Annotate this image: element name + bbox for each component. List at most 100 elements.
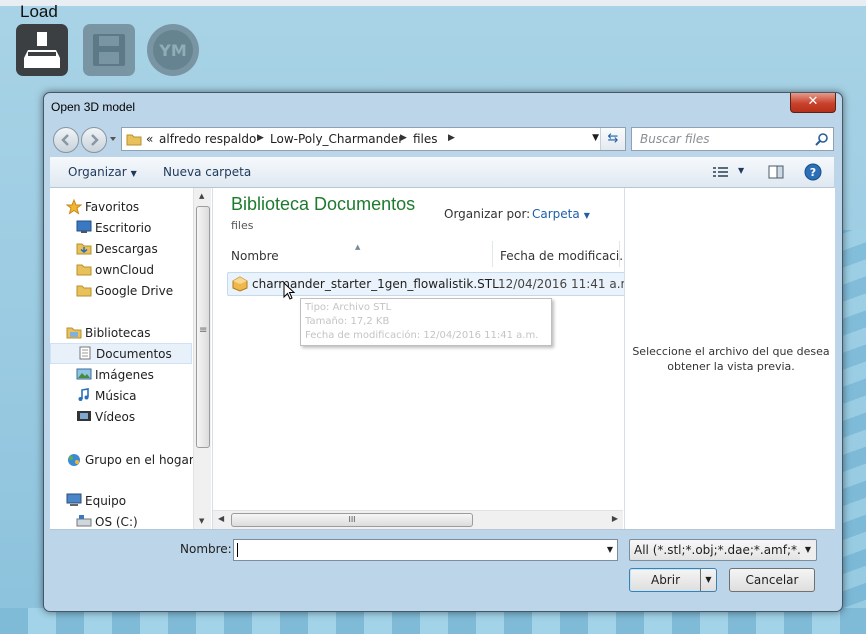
file-type-value: All (*.stl;*.obj;*.dae;*.amf;*.bmp: [634, 543, 817, 557]
sidebar-item-label: Bibliotecas: [85, 326, 151, 340]
sidebar-item-os-c[interactable]: OS (C:): [50, 512, 190, 529]
file-tooltip: Tipo: Archivo STL Tamaño: 17,2 KB Fecha …: [300, 298, 552, 346]
folder-icon: [126, 134, 142, 146]
sidebar-scrollbar[interactable]: ▲ ≡ ▼: [193, 188, 211, 529]
organize-menu[interactable]: Organizar ▼: [68, 165, 137, 179]
arrow-left-icon: [61, 134, 69, 146]
ym-button[interactable]: YM: [147, 24, 199, 76]
mouse-cursor-icon: [283, 282, 296, 300]
documents-icon: [79, 346, 91, 360]
preview-pane-icon[interactable]: [768, 165, 784, 179]
sidebar-item-label: Grupo en el hogar: [85, 453, 194, 467]
sidebar-item-favorites[interactable]: Favoritos: [50, 197, 190, 216]
close-button[interactable]: ✕: [790, 93, 836, 113]
downloads-folder-icon: [76, 243, 92, 255]
scroll-right-icon[interactable]: ▶: [612, 514, 618, 523]
scroll-down-icon[interactable]: ▼: [199, 517, 204, 525]
sidebar-item-label: Documentos: [96, 347, 172, 361]
pictures-icon: [76, 368, 92, 380]
ym-logo: YM: [153, 30, 193, 70]
sidebar-item-owncloud[interactable]: ownCloud: [50, 260, 190, 279]
scroll-up-icon[interactable]: ▲: [199, 192, 204, 200]
navigation-pane: Favoritos Escritorio Descargas ownCloud …: [50, 188, 211, 529]
breadcrumb-item[interactable]: files: [413, 132, 438, 146]
sidebar-item-escritorio[interactable]: Escritorio: [50, 218, 190, 237]
sidebar-item-label: Equipo: [85, 494, 127, 508]
file-date: 12/04/2016 11:41 a.m.: [498, 277, 637, 291]
search-placeholder: Buscar files: [640, 132, 710, 146]
sidebar-item-descargas[interactable]: Descargas: [50, 239, 190, 258]
address-bar[interactable]: « alfredo respaldo ▶ Low-Poly_Charmander…: [121, 127, 626, 151]
breadcrumb-separator-icon[interactable]: ▶: [448, 133, 455, 143]
sidebar-item-bibliotecas[interactable]: Bibliotecas: [50, 323, 190, 342]
chevron-down-icon[interactable]: ▼: [800, 540, 816, 560]
sidebar-item-musica[interactable]: Música: [50, 386, 190, 405]
file-list-pane: Biblioteca Documentos files Organizar po…: [212, 188, 636, 529]
arrange-by-value: Carpeta: [532, 207, 580, 221]
back-button[interactable]: [53, 127, 79, 153]
scrollbar-thumb[interactable]: III: [231, 513, 473, 527]
filename-input[interactable]: ▼: [233, 539, 618, 561]
column-header-label: Fecha de modificaci...: [500, 249, 631, 263]
sidebar-item-google-drive[interactable]: Google Drive: [50, 281, 190, 300]
svg-text:?: ?: [810, 166, 816, 179]
history-dropdown-icon[interactable]: [108, 133, 118, 145]
music-icon: [78, 388, 89, 401]
column-header-name[interactable]: Nombre: [230, 241, 493, 267]
breadcrumb-item[interactable]: alfredo respaldo: [159, 132, 256, 146]
view-list-icon[interactable]: [713, 166, 729, 178]
sidebar-item-videos[interactable]: Vídeos: [50, 407, 190, 426]
arrow-right-icon: [91, 134, 99, 146]
organize-label: Organizar: [68, 165, 127, 179]
chevron-down-icon: ▼: [705, 575, 712, 584]
column-header-date[interactable]: Fecha de modificaci...: [494, 241, 631, 267]
sidebar-item-homegroup[interactable]: Grupo en el hogar: [50, 450, 194, 469]
sidebar-item-label: OS (C:): [95, 515, 138, 529]
sidebar-item-label: Descargas: [95, 242, 158, 256]
breadcrumb-separator-icon[interactable]: ▶: [400, 133, 407, 143]
preview-message: Seleccione el archivo del que desea obte…: [632, 345, 830, 373]
address-dropdown-icon[interactable]: ▼: [592, 133, 599, 143]
libraries-icon: [66, 327, 82, 339]
preview-pane: Seleccione el archivo del que desea obte…: [624, 188, 835, 529]
forward-button[interactable]: [81, 127, 107, 153]
sidebar-item-label: Vídeos: [95, 410, 136, 424]
sidebar-item-equipo[interactable]: Equipo: [50, 491, 190, 510]
breadcrumb-separator-icon[interactable]: ▶: [257, 133, 264, 143]
drive-icon: [76, 515, 92, 527]
arrange-by-label: Organizar por:: [444, 207, 531, 221]
refresh-button[interactable]: ⇆: [600, 128, 625, 150]
library-subtitle: files: [231, 219, 254, 232]
view-dropdown-icon[interactable]: ▼: [738, 166, 744, 175]
horizontal-scrollbar[interactable]: ◀ III ▶: [213, 510, 623, 529]
desktop-top-strip: [0, 0, 866, 6]
arrange-by-dropdown[interactable]: Carpeta ▼: [532, 207, 590, 221]
breadcrumb-item[interactable]: Low-Poly_Charmander: [270, 132, 403, 146]
svg-text:YM: YM: [158, 41, 187, 60]
chevron-down-icon: ▼: [130, 169, 137, 178]
search-input[interactable]: Buscar files: [631, 127, 834, 151]
search-icon[interactable]: [815, 132, 829, 146]
open-options-dropdown[interactable]: ▼: [700, 568, 717, 592]
command-bar: Organizar ▼ Nueva carpeta ▼ ?: [50, 157, 834, 188]
sidebar-item-documentos[interactable]: Documentos: [50, 343, 192, 364]
filename-label: Nombre:: [180, 542, 232, 556]
breadcrumb-prefix[interactable]: «: [146, 132, 153, 146]
file-type-select[interactable]: All (*.stl;*.obj;*.dae;*.amf;*.bmp ▼: [629, 539, 817, 561]
scroll-left-icon[interactable]: ◀: [218, 514, 224, 523]
help-icon[interactable]: ?: [804, 163, 822, 181]
save-button[interactable]: [83, 24, 135, 76]
open-file-dialog: Open 3D model ✕ « alfredo respaldo ▶ Low…: [43, 92, 843, 612]
filename-dropdown-icon[interactable]: ▼: [607, 545, 613, 554]
scrollbar-thumb[interactable]: ≡: [196, 206, 210, 448]
chevron-down-icon: ▼: [583, 211, 590, 220]
column-header-label: Nombre: [231, 249, 279, 263]
text-caret: [237, 543, 238, 557]
load-button[interactable]: [16, 24, 68, 76]
new-folder-button[interactable]: Nueva carpeta: [163, 165, 251, 179]
library-title: Biblioteca Documentos: [231, 194, 416, 214]
cancel-button[interactable]: Cancelar: [729, 568, 815, 592]
open-button[interactable]: Abrir: [629, 568, 702, 592]
sidebar-item-imagenes[interactable]: Imágenes: [50, 365, 190, 384]
tooltip-line: Tamaño: 17,2 KB: [305, 316, 390, 327]
